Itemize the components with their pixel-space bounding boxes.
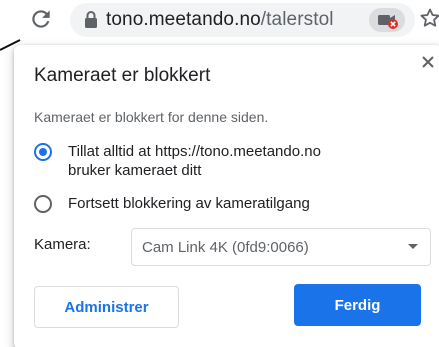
done-button[interactable]: Ferdig [294, 284, 421, 326]
radio-label-allow: Tillat alltid at https://tono.meetando.n… [68, 142, 321, 180]
camera-select-value: Cam Link 4K (0fd9:0066) [142, 239, 309, 256]
lock-icon[interactable] [84, 10, 98, 30]
camera-select[interactable]: Cam Link 4K (0fd9:0066) [131, 228, 431, 266]
radio-label-allow-line1: Tillat alltid at https://tono.meetando.n… [68, 143, 321, 160]
camera-permission-popup: Kameraet er blokkert Kameraet er blokker… [14, 45, 439, 347]
address-bar[interactable]: tono.meetando.no/talerstol [70, 3, 415, 37]
radio-label-block: Fortsett blokkering av kameratilgang [68, 195, 310, 212]
url-host: tono.meetando.no [106, 9, 261, 30]
chevron-down-icon [408, 244, 418, 249]
reload-icon[interactable] [28, 6, 54, 32]
radio-allow-camera[interactable]: Tillat alltid at https://tono.meetando.n… [34, 142, 321, 180]
popup-subtitle: Kameraet er blokkert for denne siden. [34, 109, 269, 125]
url-text: tono.meetando.no/talerstol [106, 9, 334, 31]
url-path: /talerstol [260, 9, 334, 30]
close-icon[interactable] [419, 53, 437, 71]
camera-label: Kamera: [34, 236, 91, 253]
popup-title: Kameraet er blokkert [34, 65, 211, 86]
radio-button-block[interactable] [34, 195, 52, 213]
radio-label-allow-line2: bruker kameraet ditt [68, 162, 202, 179]
camera-blocked-icon[interactable] [369, 8, 405, 32]
star-icon[interactable] [418, 6, 439, 30]
radio-block-camera[interactable]: Fortsett blokkering av kameratilgang [34, 194, 310, 213]
radio-button-allow[interactable] [34, 143, 52, 161]
browser-toolbar: tono.meetando.no/talerstol [0, 0, 439, 42]
manage-button[interactable]: Administrer [34, 286, 179, 328]
